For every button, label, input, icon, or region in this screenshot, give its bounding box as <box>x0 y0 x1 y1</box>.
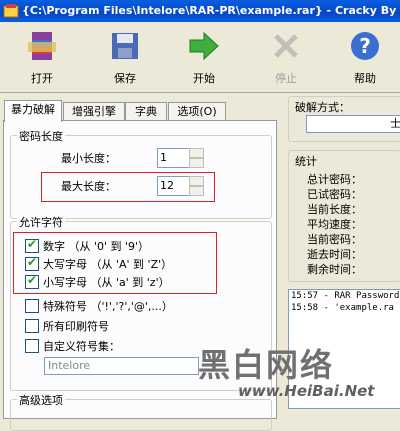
charset-group-title: 允许字符 <box>17 214 65 230</box>
arrow-right-icon <box>189 31 219 61</box>
watermark: 黑白网络 www.HeiBai.Net <box>198 340 398 415</box>
min-length-label: 最小长度： <box>61 152 116 165</box>
tab-brute-force[interactable]: 暴力破解 <box>4 100 62 122</box>
stat-total: 总计密码： <box>307 173 362 186</box>
tab-engine[interactable]: 增强引擎 <box>63 102 125 121</box>
title-bar: {C:\Program Files\Intelore\RAR-PR\exampl… <box>0 0 400 22</box>
advanced-group-title: 高级选项 <box>17 392 65 408</box>
stop-icon <box>274 34 298 58</box>
window-title: {C:\Program Files\Intelore\RAR-PR\exampl… <box>22 4 400 17</box>
stat-current-length: 当前长度： <box>307 203 362 216</box>
checkmark-icon: ✔ <box>27 237 38 251</box>
stats-title: 统计 <box>295 155 317 168</box>
help-icon: ? <box>351 32 379 60</box>
stat-elapsed: 逝去时间： <box>307 248 362 261</box>
floppy-disk-icon <box>112 33 138 59</box>
log-line: 15:57 - RAR Password <box>291 291 400 301</box>
stat-current-password: 当前密码： <box>307 233 362 246</box>
open-button[interactable]: 打开 <box>14 26 70 88</box>
watermark-url: www.HeiBai.Net <box>238 382 375 400</box>
app-icon <box>3 4 19 18</box>
length-group-title: 密码长度 <box>17 128 65 144</box>
svg-text:?: ? <box>359 34 371 58</box>
save-button[interactable]: 保存 <box>97 26 153 88</box>
tab-dictionary[interactable]: 字典 <box>125 102 167 121</box>
stats-group: 统计 总计密码： 已试密码： 当前长度： 平均速度： 当前密码： 逝去时间： 剩… <box>288 150 400 282</box>
stat-tried: 已试密码： <box>307 188 362 201</box>
mode-select[interactable]: 士 <box>306 115 400 133</box>
log-line: 15:58 - 'example.ra <box>291 303 394 313</box>
min-length-input[interactable]: 1 <box>157 148 191 168</box>
stat-speed: 平均速度： <box>307 218 362 231</box>
watermark-text: 黑白网络 <box>198 346 335 384</box>
stat-remaining: 剩余时间： <box>307 263 362 276</box>
tab-options[interactable]: 选项(O) <box>168 102 226 121</box>
help-button[interactable]: ? 帮助 <box>337 26 393 88</box>
mode-title: 破解方式： <box>295 101 350 114</box>
max-length-input[interactable]: 12 <box>157 176 191 196</box>
length-group: 密码长度 最小长度： 1 最大长度： 12 <box>10 128 272 219</box>
open-icon <box>28 32 56 60</box>
toolbar: 打开 保存 开始 停止 ? 帮助 <box>0 22 400 93</box>
start-button[interactable]: 开始 <box>176 26 232 88</box>
max-length-label: 最大长度： <box>61 180 116 193</box>
spin-up-button[interactable] <box>189 148 204 158</box>
spin-down-button[interactable] <box>189 186 204 196</box>
checkmark-icon: ✔ <box>27 273 38 287</box>
spin-up-button[interactable] <box>189 176 204 186</box>
spin-down-button[interactable] <box>189 158 204 168</box>
custom-charset-input[interactable]: Intelore <box>44 357 199 375</box>
checkmark-icon: ✔ <box>27 255 38 269</box>
stop-button[interactable]: 停止 <box>258 26 314 88</box>
